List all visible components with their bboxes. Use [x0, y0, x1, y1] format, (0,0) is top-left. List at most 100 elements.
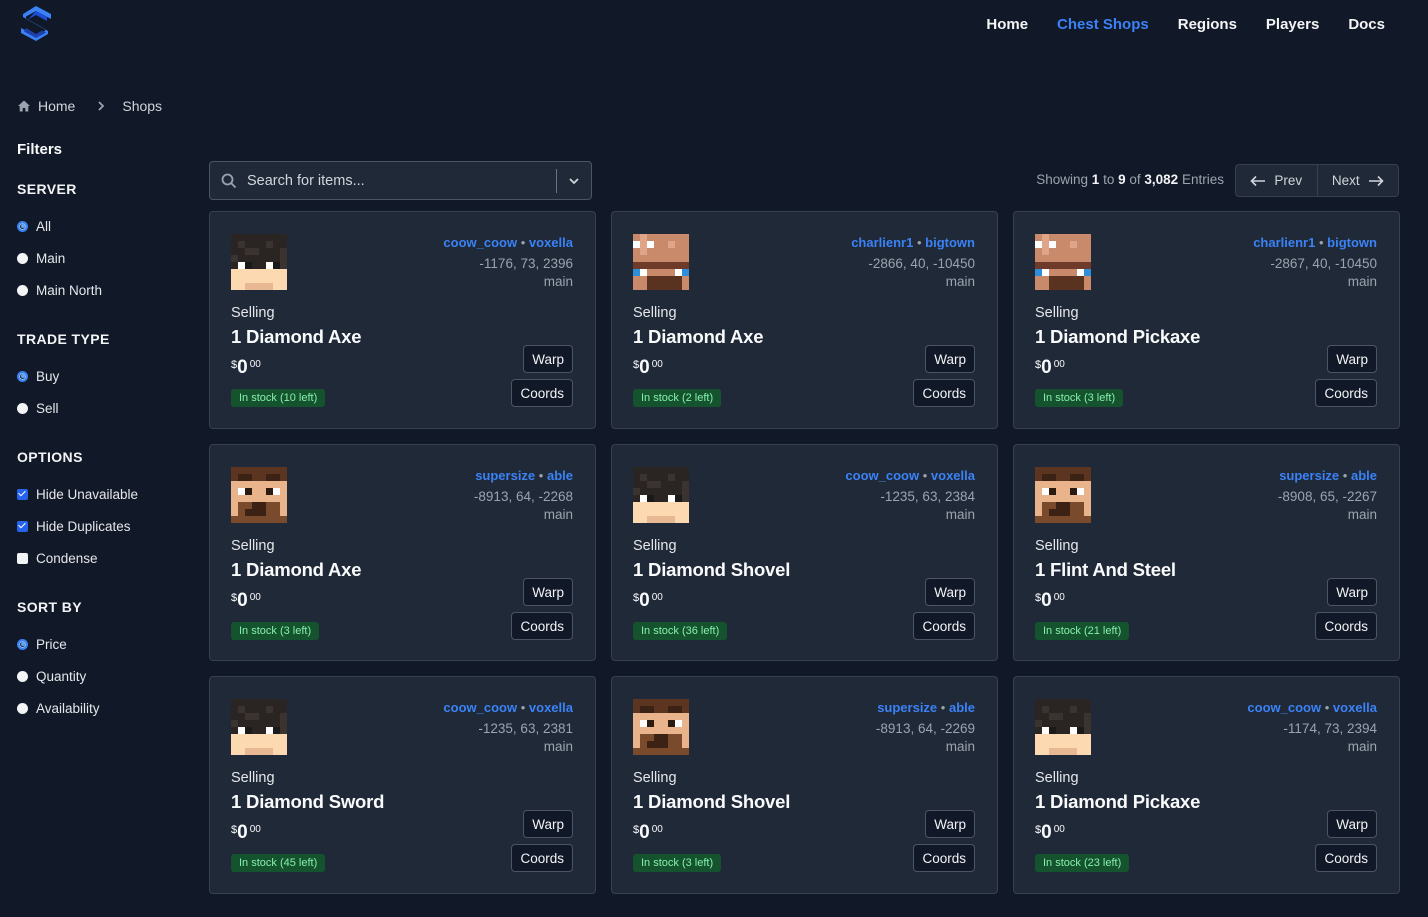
trade-type-option-buy[interactable]: Buy — [17, 360, 187, 392]
avatar-pixel — [661, 720, 668, 727]
avatar-pixel — [654, 713, 661, 720]
search-dropdown-toggle[interactable] — [557, 175, 591, 187]
nav-home[interactable]: Home — [986, 16, 1028, 33]
avatar-pixel — [238, 727, 245, 734]
warp-button[interactable]: Warp — [1327, 345, 1377, 373]
radio[interactable] — [17, 670, 28, 682]
town-name[interactable]: voxella — [529, 235, 573, 250]
town-name[interactable]: bigtown — [1327, 235, 1377, 250]
radio-selected[interactable] — [17, 220, 28, 232]
radio-selected[interactable] — [17, 370, 28, 382]
avatar-pixel — [231, 269, 238, 276]
warp-button[interactable]: Warp — [523, 810, 573, 838]
avatar-pixel — [675, 474, 682, 481]
avatar-pixel — [1035, 467, 1042, 474]
town-name[interactable]: voxella — [931, 468, 975, 483]
option-hide-duplicates[interactable]: Hide Duplicates — [17, 510, 187, 542]
coords-button[interactable]: Coords — [1315, 612, 1377, 640]
avatar-pixel — [252, 276, 259, 283]
shop-coordinates: -8913, 64, -2269 — [875, 721, 975, 736]
shop-owner[interactable]: coow_coow • voxella — [443, 700, 573, 715]
option-label: Main North — [36, 282, 103, 298]
warp-button[interactable]: Warp — [523, 345, 573, 373]
coords-button[interactable]: Coords — [913, 612, 975, 640]
town-name[interactable]: able — [1351, 468, 1377, 483]
prev-button[interactable]: Prev — [1236, 165, 1318, 196]
price-main: 0 — [639, 822, 650, 843]
owner-name[interactable]: supersize — [877, 700, 937, 715]
avatar-pixel — [280, 495, 287, 502]
breadcrumb-home[interactable]: Home — [38, 98, 75, 114]
warp-button[interactable]: Warp — [925, 578, 975, 606]
checkbox-checked[interactable] — [17, 520, 28, 532]
sort-option-quantity[interactable]: Quantity — [17, 660, 187, 692]
warp-button[interactable]: Warp — [523, 578, 573, 606]
radio-selected[interactable] — [17, 638, 28, 650]
radio[interactable] — [17, 252, 28, 264]
sort-option-price[interactable]: Price — [17, 628, 187, 660]
coords-button[interactable]: Coords — [511, 379, 573, 407]
warp-button[interactable]: Warp — [1327, 810, 1377, 838]
warp-button[interactable]: Warp — [925, 810, 975, 838]
shop-owner[interactable]: supersize • able — [1279, 468, 1377, 483]
server-option-main-north[interactable]: Main North — [17, 274, 187, 306]
radio[interactable] — [17, 284, 28, 296]
trade-type-option-sell[interactable]: Sell — [17, 392, 187, 424]
town-name[interactable]: voxella — [1333, 700, 1377, 715]
player-avatar — [1035, 234, 1091, 290]
warp-button[interactable]: Warp — [925, 345, 975, 373]
shop-owner[interactable]: charlienr1 • bigtown — [1253, 235, 1377, 250]
shop-owner[interactable]: coow_coow • voxella — [443, 235, 573, 250]
server-option-all[interactable]: All — [17, 210, 187, 242]
owner-name[interactable]: coow_coow — [443, 235, 517, 250]
search-input[interactable] — [247, 172, 556, 189]
avatar-pixel — [280, 720, 287, 727]
owner-name[interactable]: coow_coow — [443, 700, 517, 715]
shop-owner[interactable]: supersize • able — [877, 700, 975, 715]
avatar-pixel — [1077, 720, 1084, 727]
coords-button[interactable]: Coords — [511, 844, 573, 872]
avatar-pixel — [668, 509, 675, 516]
owner-name[interactable]: coow_coow — [1247, 700, 1321, 715]
entries-summary: Showing 1 to 9 of 3,082 Entries — [1036, 172, 1224, 187]
coords-button[interactable]: Coords — [511, 612, 573, 640]
option-hide-unavailable[interactable]: Hide Unavailable — [17, 478, 187, 510]
site-logo-icon[interactable] — [18, 4, 54, 44]
checkbox[interactable] — [17, 552, 28, 564]
owner-name[interactable]: supersize — [1279, 468, 1339, 483]
option-condense[interactable]: Condense — [17, 542, 187, 574]
next-button[interactable]: Next — [1318, 165, 1399, 196]
coords-button[interactable]: Coords — [913, 379, 975, 407]
shop-owner[interactable]: supersize • able — [475, 468, 573, 483]
coords-button[interactable]: Coords — [913, 844, 975, 872]
owner-name[interactable]: charlienr1 — [1253, 235, 1315, 250]
owner-name[interactable]: supersize — [475, 468, 535, 483]
avatar-pixel — [1035, 727, 1042, 734]
nav-chest-shops[interactable]: Chest Shops — [1057, 16, 1149, 33]
town-name[interactable]: bigtown — [925, 235, 975, 250]
nav-docs[interactable]: Docs — [1348, 16, 1385, 33]
coords-button[interactable]: Coords — [1315, 844, 1377, 872]
checkbox-checked[interactable] — [17, 488, 28, 500]
shop-owner[interactable]: coow_coow • voxella — [845, 468, 975, 483]
radio[interactable] — [17, 702, 28, 714]
owner-name[interactable]: charlienr1 — [851, 235, 913, 250]
shop-owner[interactable]: charlienr1 • bigtown — [851, 235, 975, 250]
avatar-pixel — [1084, 262, 1091, 269]
coords-button[interactable]: Coords — [1315, 379, 1377, 407]
server-option-main[interactable]: Main — [17, 242, 187, 274]
shop-owner[interactable]: coow_coow • voxella — [1247, 700, 1377, 715]
nav-players[interactable]: Players — [1266, 16, 1319, 33]
town-name[interactable]: able — [547, 468, 573, 483]
nav-regions[interactable]: Regions — [1178, 16, 1237, 33]
avatar-pixel — [647, 276, 654, 283]
avatar-pixel — [668, 502, 675, 509]
sort-option-availability[interactable]: Availability — [17, 692, 187, 724]
owner-name[interactable]: coow_coow — [845, 468, 919, 483]
town-name[interactable]: able — [949, 700, 975, 715]
avatar-pixel — [654, 255, 661, 262]
warp-button[interactable]: Warp — [1327, 578, 1377, 606]
radio[interactable] — [17, 402, 28, 414]
avatar-pixel — [1056, 706, 1063, 713]
town-name[interactable]: voxella — [529, 700, 573, 715]
